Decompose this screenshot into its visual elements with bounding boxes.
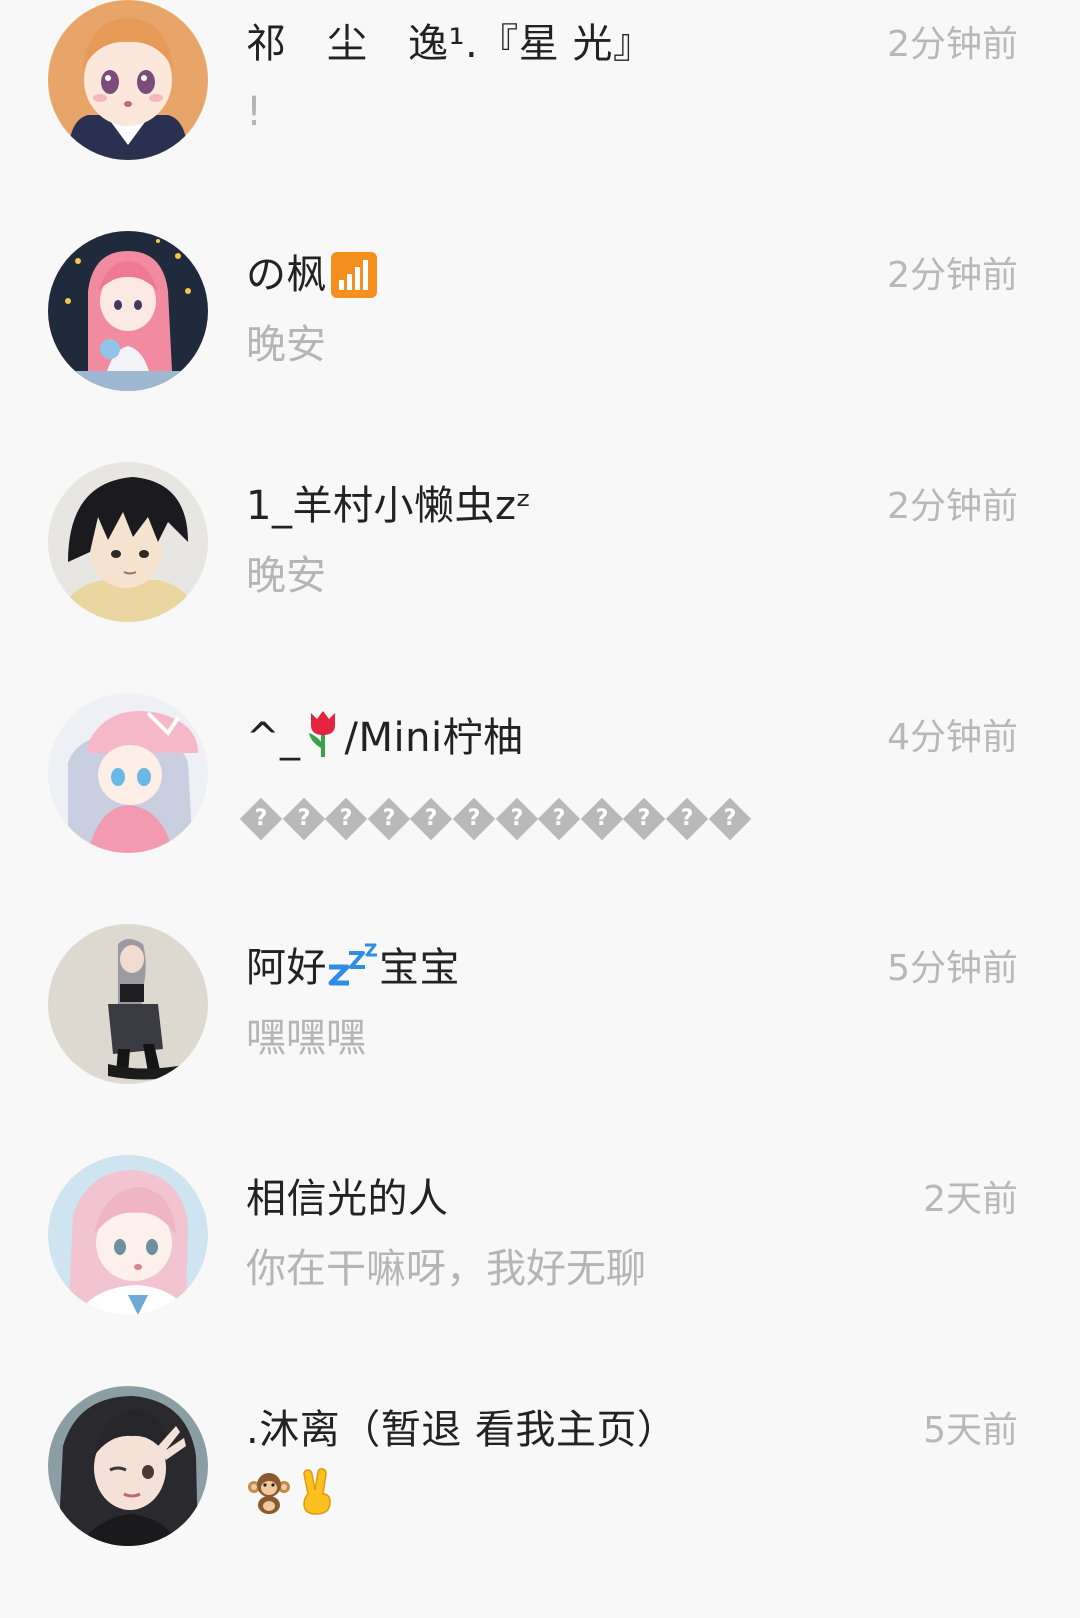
contact-name: の枫 [246, 247, 377, 305]
replacement-char-icon: ? [452, 797, 496, 841]
replacement-char-icon: ? [537, 797, 581, 841]
zzz-icon [327, 943, 379, 1002]
avatar[interactable] [48, 693, 208, 853]
replacement-char-icon: ? [623, 797, 666, 841]
signal-bars-icon [331, 249, 377, 305]
message-preview: 晚安 [246, 322, 326, 368]
conversation-row[interactable]: .沐离（暂退 看我主页） 5天前 [0, 1386, 1080, 1618]
contact-name: 阿好 宝宝 [246, 940, 460, 1002]
message-preview: ???????????? ������������� [239, 789, 757, 845]
replacement-char-icon: ? [367, 797, 410, 841]
contact-name: 相信光的人 [246, 1176, 449, 1222]
conversation-row[interactable]: 1_羊村小懒虫zᶻ 晚安 2分钟前 [0, 462, 1080, 694]
replacement-char-icon: ? [708, 797, 751, 841]
anime-girl-sitting-avatar [48, 924, 208, 1084]
message-preview [246, 1468, 336, 1531]
contact-name: 1_羊村小懒虫zᶻ [246, 483, 532, 529]
contact-name: ^_/Mini柠柚 [246, 709, 524, 774]
anime-girl-pink-short-hair-avatar [48, 1155, 208, 1315]
message-preview: ! [246, 89, 263, 135]
message-time: 2分钟前 [887, 486, 1018, 527]
avatar[interactable] [48, 0, 208, 160]
message-time: 2分钟前 [887, 255, 1018, 296]
message-time: 5天前 [923, 1410, 1018, 1451]
conversation-list: 祁 尘 逸¹.『星 光』 ! 2分钟前 の枫 晚安 2分钟前 1_羊村小懒虫zᶻ… [0, 0, 1080, 1586]
anime-boy-dark-hair-avatar [48, 462, 208, 622]
replacement-char-icon: ? [324, 797, 368, 841]
message-preview: 晚安 [246, 553, 326, 599]
message-preview: 你在干嘛呀，我好无聊 [246, 1246, 646, 1292]
avatar[interactable] [48, 1155, 208, 1315]
avatar[interactable] [48, 462, 208, 622]
replacement-char-icon: ? [495, 797, 538, 841]
contact-name: .沐离（暂退 看我主页） [246, 1407, 678, 1453]
anime-girl-wink-avatar [48, 1386, 208, 1546]
anime-girl-orange-hair-avatar [48, 0, 208, 160]
message-time: 4分钟前 [887, 717, 1018, 758]
message-time: 2分钟前 [887, 24, 1018, 65]
conversation-row[interactable]: ^_/Mini柠柚 ???????????? ������������� 4分钟… [0, 693, 1080, 925]
conversation-row[interactable]: の枫 晚安 2分钟前 [0, 231, 1080, 463]
message-preview: 嘿嘿嘿 [246, 1015, 366, 1061]
monkey-icon [246, 1469, 292, 1530]
message-time: 5分钟前 [887, 948, 1018, 989]
message-time: 2天前 [923, 1179, 1018, 1220]
contact-name: 祁 尘 逸¹.『星 光』 [246, 21, 654, 67]
replacement-char-icon: ? [665, 797, 709, 841]
avatar[interactable] [48, 231, 208, 391]
avatar[interactable] [48, 924, 208, 1084]
conversation-row[interactable]: 阿好 宝宝 嘿嘿嘿 5分钟前 [0, 924, 1080, 1156]
victory-hand-icon [296, 1468, 336, 1531]
avatar[interactable] [48, 1386, 208, 1546]
tulip-icon [301, 709, 345, 774]
replacement-char-icon: ? [239, 797, 283, 841]
conversation-row[interactable]: 相信光的人 你在干嘛呀，我好无聊 2天前 [0, 1155, 1080, 1387]
anime-girl-pink-cap-avatar [48, 693, 208, 853]
replacement-char-icon: ? [282, 797, 325, 841]
replacement-char-icon: ? [410, 797, 453, 841]
anime-girl-pink-hair-stars-avatar [48, 231, 208, 391]
conversation-row[interactable]: 祁 尘 逸¹.『星 光』 ! 2分钟前 [0, 0, 1080, 232]
replacement-char-icon: ? [580, 797, 623, 841]
